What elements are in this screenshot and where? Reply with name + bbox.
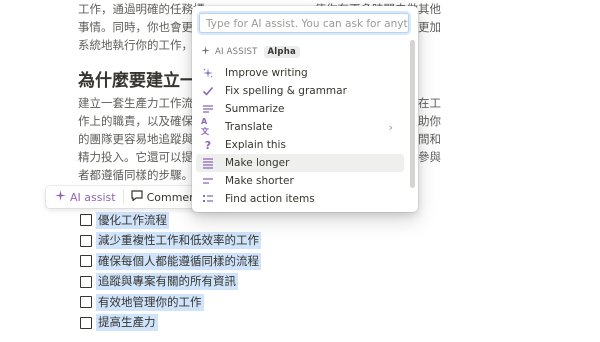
todo-label[interactable]: 提高生產力 — [96, 314, 158, 332]
todo-item: 減少重複性工作和低效率的工作 — [80, 231, 261, 252]
lines-short-icon — [201, 174, 215, 188]
ai-prompt-input[interactable]: Type for AI assist. You can ask for anyt… — [199, 13, 409, 33]
comment-icon — [130, 190, 143, 204]
ai-assist-label: AI assist — [70, 190, 116, 204]
todo-checkbox[interactable] — [80, 214, 92, 227]
todo-item: 提高生產力 — [80, 313, 261, 334]
menu-item-translate[interactable]: A文 Translate › — [196, 117, 404, 136]
ai-section-label: AI ASSIST — [215, 47, 258, 57]
todo-label[interactable]: 優化工作流程 — [96, 211, 169, 229]
todo-checkbox[interactable] — [80, 316, 92, 329]
todo-label[interactable]: 減少重複性工作和低效率的工作 — [96, 232, 261, 250]
ai-assist-button[interactable]: AI assist — [50, 186, 121, 208]
checkmark-icon — [201, 84, 215, 98]
todo-item: 確保每個人都能遵循同樣的流程 — [80, 251, 261, 272]
menu-item-summarize[interactable]: Summarize — [196, 100, 404, 118]
sparkle-icon — [201, 66, 215, 80]
summarize-icon — [201, 102, 215, 116]
ai-menu: Improve writing Fix spelling & grammar S… — [196, 64, 404, 208]
sparkle-icon — [55, 190, 66, 204]
todo-label[interactable]: 追蹤與專案有關的所有資訊 — [96, 273, 238, 291]
menu-item-improve-writing[interactable]: Improve writing — [196, 64, 404, 82]
todo-checkbox[interactable] — [80, 255, 92, 268]
lines-long-icon — [201, 156, 215, 170]
translate-icon: A文 — [201, 117, 209, 136]
menu-item-explain[interactable]: ? Explain this — [196, 136, 404, 154]
chevron-right-icon: › — [388, 120, 393, 134]
toolbar-divider — [122, 190, 124, 204]
menu-item-fix-spelling[interactable]: Fix spelling & grammar — [196, 82, 404, 100]
menu-item-make-shorter[interactable]: Make shorter — [196, 172, 404, 190]
todo-item: 有效地管理你的工作 — [80, 292, 261, 313]
todo-checkbox[interactable] — [80, 275, 92, 288]
sparkle-icon — [201, 46, 210, 58]
question-icon: ? — [204, 138, 212, 152]
todo-checkbox[interactable] — [80, 296, 92, 309]
menu-item-make-longer[interactable]: Make longer — [196, 154, 404, 172]
todo-item: 優化工作流程 — [80, 210, 261, 231]
todo-label[interactable]: 確保每個人都能遵循同樣的流程 — [96, 252, 261, 270]
todo-checkbox[interactable] — [80, 234, 92, 247]
todo-item: 追蹤與專案有關的所有資訊 — [80, 272, 261, 293]
list-icon — [201, 192, 215, 206]
ai-section-header: AI ASSIST Alpha — [201, 46, 300, 58]
alpha-badge: Alpha — [263, 46, 300, 58]
popup-scrollbar[interactable] — [410, 40, 415, 188]
todo-list: 優化工作流程 減少重複性工作和低效率的工作 確保每個人都能遵循同樣的流程 追蹤與… — [80, 210, 261, 333]
todo-label[interactable]: 有效地管理你的工作 — [96, 293, 204, 311]
menu-item-find-action-items[interactable]: Find action items — [196, 190, 404, 208]
ai-assist-popup: Type for AI assist. You can ask for anyt… — [192, 6, 418, 212]
